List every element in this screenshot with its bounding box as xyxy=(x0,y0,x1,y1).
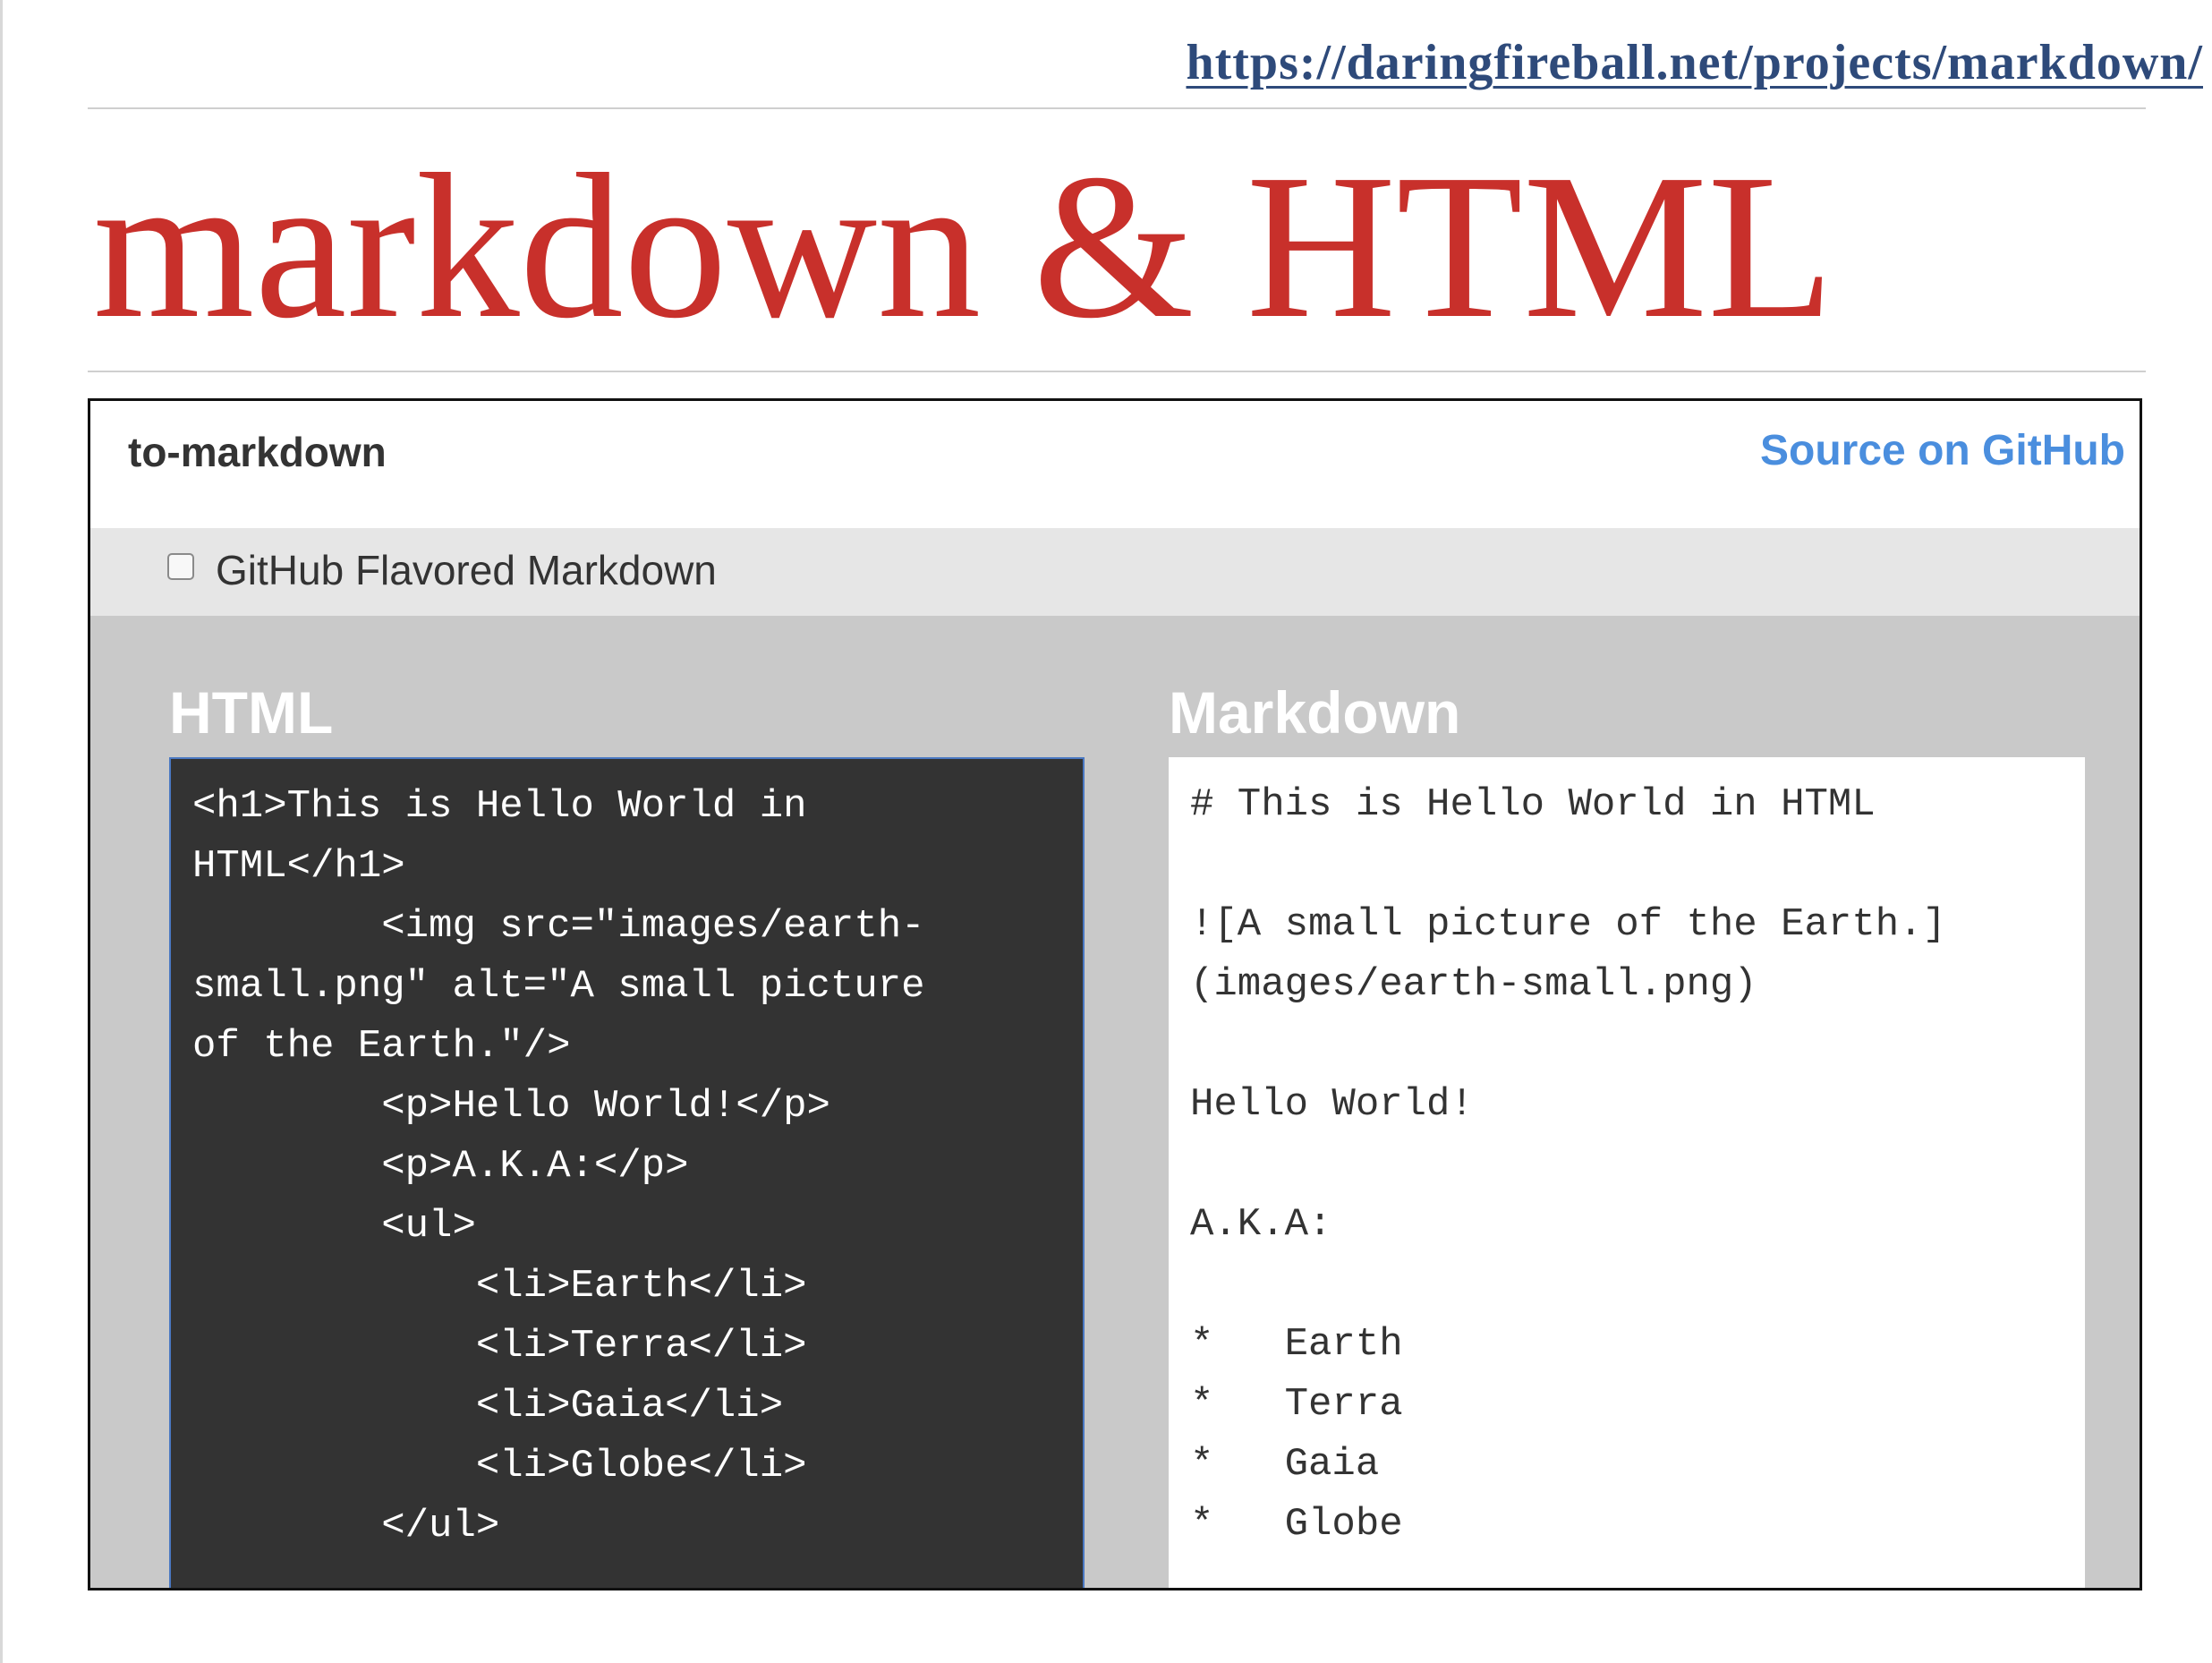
markdown-output[interactable]: # This is Hello World in HTML ![A small … xyxy=(1169,757,2085,1588)
title-divider xyxy=(88,371,2146,372)
gfm-checkbox-label[interactable]: GitHub Flavored Markdown xyxy=(216,546,717,594)
app-name[interactable]: to-markdown xyxy=(128,428,387,476)
source-on-github-link[interactable]: Source on GitHub xyxy=(1760,426,2125,475)
html-panel-title: HTML xyxy=(169,679,334,746)
html-input-textarea[interactable]: <h1>This is Hello World in HTML</h1> <im… xyxy=(169,757,1085,1588)
options-bar: GitHub Flavored Markdown xyxy=(90,528,2140,616)
to-markdown-app-screenshot: to-markdown Source on GitHub GitHub Flav… xyxy=(88,398,2142,1591)
slide-left-edge xyxy=(0,0,3,1663)
slide-title: markdown & HTML xyxy=(93,132,1834,362)
markdown-project-link[interactable]: https://daringfireball.net/projects/mark… xyxy=(950,34,2203,91)
markdown-panel-title: Markdown xyxy=(1169,679,1461,746)
app-header: to-markdown Source on GitHub xyxy=(90,401,2140,528)
gfm-checkbox[interactable] xyxy=(167,553,194,580)
top-divider xyxy=(88,107,2146,109)
